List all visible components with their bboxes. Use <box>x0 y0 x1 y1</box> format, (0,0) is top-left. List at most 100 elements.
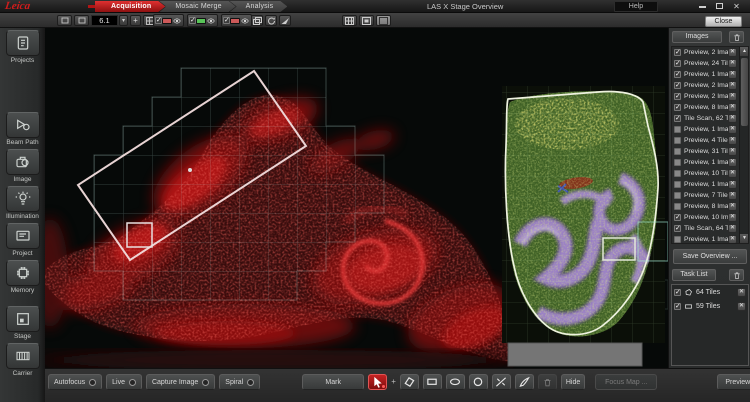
ellipse-tool-button[interactable] <box>446 374 465 390</box>
sidebar-item-image[interactable]: Image <box>3 149 43 183</box>
remove-image-button[interactable]: ✕ <box>728 202 737 211</box>
sidebar-item-memory[interactable]: Memory <box>3 260 43 294</box>
image-list-item[interactable]: Preview, 10 Tiles ✕ <box>672 168 739 179</box>
rectangle-tool-button[interactable] <box>423 374 442 390</box>
image-list-item[interactable]: Preview, 2 Images ✕ <box>672 80 739 91</box>
image-list-item[interactable]: Preview, 1 Image ✕ <box>672 234 739 244</box>
pen-tool-button[interactable] <box>515 374 534 390</box>
sidebar-item-carrier[interactable]: Carrier <box>3 343 43 377</box>
remove-image-button[interactable]: ✕ <box>728 235 737 244</box>
eye-icon[interactable] <box>206 17 216 25</box>
zoom-value-field[interactable]: 6.1 <box>91 15 118 26</box>
eye-icon[interactable] <box>240 17 250 25</box>
remove-image-button[interactable]: ✕ <box>728 180 737 189</box>
tab-analysis[interactable]: Analysis <box>230 1 288 12</box>
refresh-icon[interactable] <box>265 15 277 26</box>
channel-checkbox[interactable] <box>189 17 196 24</box>
images-header[interactable]: Images <box>672 31 722 43</box>
sidebar-item-projects[interactable]: Projects <box>3 30 43 64</box>
sidebar-item-illumination[interactable]: Illumination <box>3 186 43 220</box>
image-list-item[interactable]: Preview, 10 Images ✕ <box>672 212 739 223</box>
line-tool-button[interactable] <box>492 374 511 390</box>
nav-back-button[interactable] <box>57 15 72 26</box>
polygon-tool-button[interactable] <box>400 374 419 390</box>
scroll-up-icon[interactable]: ▲ <box>740 47 749 56</box>
draw-mode-icon[interactable] <box>279 15 291 26</box>
image-checkbox[interactable] <box>674 236 681 243</box>
channel-checkbox[interactable] <box>223 17 230 24</box>
image-list-item[interactable]: Preview, 1 Image ✕ <box>672 179 739 190</box>
image-checkbox[interactable] <box>674 214 681 221</box>
maximize-icon[interactable] <box>714 2 725 11</box>
remove-task-button[interactable]: ✕ <box>737 288 746 297</box>
image-list-item[interactable]: Preview, 1 Image ✕ <box>672 124 739 135</box>
image-list-item[interactable]: Preview, 4 Tiles ✕ <box>672 135 739 146</box>
image-list-item[interactable]: Preview, 31 Tiles ✕ <box>672 146 739 157</box>
capture-image-button[interactable]: Capture Image <box>146 374 215 390</box>
zoom-in-button[interactable]: + <box>130 15 141 26</box>
remove-image-button[interactable]: ✕ <box>728 213 737 222</box>
pointer-tool-button[interactable] <box>368 374 387 390</box>
image-list-item[interactable]: Preview, 24 Tiles ✕ <box>672 58 739 69</box>
channel-toggle-2[interactable] <box>187 14 218 27</box>
image-list-item[interactable]: Preview, 1 Image ✕ <box>672 157 739 168</box>
task-list-trash-button[interactable] <box>729 269 744 281</box>
image-checkbox[interactable] <box>674 192 681 199</box>
image-list-item[interactable]: Preview, 8 Images ✕ <box>672 102 739 113</box>
single-view-button[interactable] <box>359 15 374 26</box>
image-checkbox[interactable] <box>674 49 681 56</box>
remove-image-button[interactable]: ✕ <box>728 81 737 90</box>
overview-inset[interactable] <box>502 86 665 343</box>
tab-acquisition[interactable]: Acquisition <box>95 1 165 12</box>
image-checkbox[interactable] <box>674 203 681 210</box>
remove-image-button[interactable]: ✕ <box>728 147 737 156</box>
channel-checkbox[interactable] <box>155 17 162 24</box>
image-list-item[interactable]: Tile Scan, 62 Tiles ✕ <box>672 113 739 124</box>
image-list-item[interactable]: Preview, 2 Images ✕ <box>672 47 739 58</box>
nav-forward-button[interactable] <box>74 15 89 26</box>
image-list-item[interactable]: Preview, 8 Images ✕ <box>672 201 739 212</box>
channel-toggle-3[interactable] <box>221 14 252 27</box>
image-list-item[interactable]: Preview, 2 Images ✕ <box>672 91 739 102</box>
tab-mosaic-merge[interactable]: Mosaic Merge <box>159 1 235 12</box>
remove-image-button[interactable]: ✕ <box>728 136 737 145</box>
mark-button[interactable]: Mark <box>302 374 364 390</box>
image-checkbox[interactable] <box>674 148 681 155</box>
remove-image-button[interactable]: ✕ <box>728 224 737 233</box>
image-checkbox[interactable] <box>674 60 681 67</box>
remove-image-button[interactable]: ✕ <box>728 59 737 68</box>
spiral-button[interactable]: Spiral <box>219 374 260 390</box>
task-list-item[interactable]: 64 Tiles ✕ <box>672 285 748 299</box>
grid-view-button[interactable] <box>342 15 357 26</box>
remove-image-button[interactable]: ✕ <box>728 191 737 200</box>
remove-image-button[interactable]: ✕ <box>728 169 737 178</box>
sidebar-item-stage[interactable]: Stage <box>3 306 43 340</box>
overview-view-button[interactable] <box>376 15 391 26</box>
live-button[interactable]: Live <box>106 374 142 390</box>
circle-tool-button[interactable] <box>469 374 488 390</box>
zoom-dropdown-button[interactable]: ▾ <box>119 15 128 26</box>
image-checkbox[interactable] <box>674 159 681 166</box>
image-checkbox[interactable] <box>674 104 681 111</box>
sidebar-item-beam-path[interactable]: Beam Path <box>3 112 43 146</box>
autofocus-button[interactable]: Autofocus <box>48 374 102 390</box>
remove-image-button[interactable]: ✕ <box>728 158 737 167</box>
minimize-icon[interactable] <box>697 2 708 11</box>
image-checkbox[interactable] <box>674 170 681 177</box>
remove-image-button[interactable]: ✕ <box>728 125 737 134</box>
remove-image-button[interactable]: ✕ <box>728 70 737 79</box>
image-checkbox[interactable] <box>674 137 681 144</box>
remove-image-button[interactable]: ✕ <box>728 114 737 123</box>
remove-image-button[interactable]: ✕ <box>728 48 737 57</box>
focus-map-button[interactable]: Focus Map ... <box>595 374 657 390</box>
image-checkbox[interactable] <box>674 71 681 78</box>
image-checkbox[interactable] <box>674 93 681 100</box>
scroll-thumb[interactable] <box>741 58 748 126</box>
preview-button[interactable]: Preview <box>717 374 750 390</box>
image-checkbox[interactable] <box>674 115 681 122</box>
image-list-item[interactable]: Tile Scan, 64 Tiles ✕ <box>672 223 739 234</box>
close-button[interactable]: Close <box>705 16 742 27</box>
image-checkbox[interactable] <box>674 181 681 188</box>
task-checkbox[interactable] <box>674 303 681 310</box>
image-list-item[interactable]: Preview, 1 Image ✕ <box>672 69 739 80</box>
